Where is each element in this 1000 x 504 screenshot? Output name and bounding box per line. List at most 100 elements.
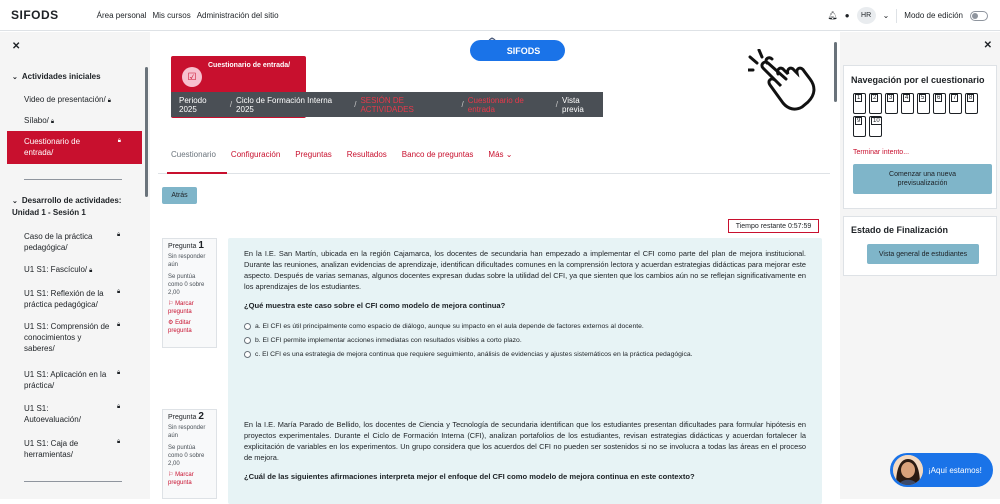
question-nav-button[interactable]: 8 xyxy=(965,93,978,114)
chevron-down-icon: ⌄ xyxy=(505,150,513,159)
question-nav-button[interactable]: 7 xyxy=(949,93,962,114)
lock-icon: 🔒︎ xyxy=(89,268,93,274)
course-item[interactable]: U1 S1: Comprensión de conocimientos y sa… xyxy=(24,321,114,354)
radio-button[interactable] xyxy=(244,337,251,344)
radio-button[interactable] xyxy=(244,323,251,330)
answer-option[interactable]: c. El CFI es una estrategia de mejora co… xyxy=(244,349,806,360)
flag-question-link[interactable]: ⚐ Marcar pregunta xyxy=(168,300,211,316)
quiz-navigation-block: Navegación por el cuestionario 1 2 3 4 5… xyxy=(843,65,997,209)
flag-question-link[interactable]: ⚐ Marcar pregunta xyxy=(168,471,211,487)
tab-preguntas[interactable]: Preguntas xyxy=(295,150,331,159)
course-item[interactable]: Sílabo/🔒︎ xyxy=(24,115,134,128)
flag-icon: ⚐ xyxy=(168,301,174,307)
breadcrumb-separator: / xyxy=(555,100,559,109)
question-nav-button[interactable]: 3 xyxy=(885,93,898,114)
course-item[interactable]: U1 S1: Caja de herramientas/ xyxy=(24,438,94,460)
breadcrumb-item[interactable]: Cuestionario de entrada xyxy=(468,96,552,114)
breadcrumb: Periodo 2025 / Ciclo de Formación Intern… xyxy=(171,92,603,117)
answer-options: a. El CFI es útil principalmente como es… xyxy=(244,321,806,360)
flag-icon: ⚐ xyxy=(168,472,174,478)
tab-divider xyxy=(158,173,830,174)
chat-label: ¡Aquí estamos! xyxy=(928,465,982,475)
course-item-label: U1 S1: Comprensión de conocimientos y sa… xyxy=(24,322,110,353)
answer-option[interactable]: a. El CFI es útil principalmente como es… xyxy=(244,321,806,332)
tab-configuracion[interactable]: Configuración xyxy=(231,150,280,159)
divider xyxy=(24,179,122,180)
nav-area-personal[interactable]: Área personal xyxy=(97,11,147,20)
course-item[interactable]: Video de presentación/🔒︎ xyxy=(24,94,134,107)
quiz-timer: Tiempo restante 0:57:59 xyxy=(728,219,819,233)
tab-banco-preguntas[interactable]: Banco de preguntas xyxy=(402,150,474,159)
chat-widget[interactable]: ¡Aquí estamos! xyxy=(890,453,993,487)
main-scrollbar[interactable] xyxy=(834,42,837,102)
chevron-down-icon[interactable]: ⌄ xyxy=(883,11,890,20)
question-nav-button[interactable]: 1 xyxy=(853,93,866,114)
user-avatar[interactable]: HR xyxy=(856,7,876,24)
breadcrumb-current: Vista previa xyxy=(562,95,584,114)
course-item-label: U1 S1: Caja de herramientas/ xyxy=(24,439,79,459)
breadcrumb-item[interactable]: Ciclo de Formación Interna 2025 xyxy=(236,96,350,114)
nav-number: 8 xyxy=(967,94,975,102)
chat-bubble-icon[interactable]: ● xyxy=(845,11,850,20)
question-nav-button[interactable]: 2 xyxy=(869,93,882,114)
course-item[interactable]: U1 S1: Aplicación en la práctica/ xyxy=(24,369,109,391)
close-icon[interactable]: ✕ xyxy=(984,40,992,51)
radio-button[interactable] xyxy=(244,351,251,358)
bell-icon[interactable]: 🔔︎ xyxy=(828,11,838,20)
course-item[interactable]: U1 S1: Autoevaluación/ xyxy=(24,403,104,425)
breadcrumb-item[interactable]: SESIÓN DE ACTIVIDADES xyxy=(360,96,457,114)
question-info: Pregunta 1 Sin responder aún Se puntúa c… xyxy=(162,238,217,348)
site-brand[interactable]: SIFODS xyxy=(11,8,59,22)
course-item-label: U1 S1: Aplicación en la práctica/ xyxy=(24,370,107,390)
drawer-scrollbar[interactable] xyxy=(145,67,148,197)
section-actividades-iniciales[interactable]: ⌄ Actividades iniciales xyxy=(12,71,101,83)
question-nav-button[interactable]: 6 xyxy=(933,93,946,114)
close-icon[interactable]: ✕ xyxy=(12,41,20,52)
section-desarrollo[interactable]: ⌄ Desarrollo de actividades: Unidad 1 - S… xyxy=(12,195,137,218)
primary-navigation: Área personal Mis cursos Administración … xyxy=(97,11,279,20)
lock-icon: 🔒︎ xyxy=(117,370,121,376)
question-nav-button[interactable]: 4 xyxy=(901,93,914,114)
lock-icon: 🔒︎ xyxy=(107,98,111,104)
student-overview-button[interactable]: Vista general de estudiantes xyxy=(867,244,979,264)
nav-administracion[interactable]: Administración del sitio xyxy=(197,11,279,20)
nav-number: 1 xyxy=(855,94,863,102)
new-preview-button[interactable]: Comenzar una nueva previsualización xyxy=(853,164,992,194)
question-number-value: 2 xyxy=(198,411,204,422)
breadcrumb-item[interactable]: Periodo 2025 xyxy=(179,96,226,114)
course-item[interactable]: U1 S1: Fascículo/🔒︎ xyxy=(24,264,134,277)
question-nav-button[interactable]: 10 xyxy=(869,116,882,137)
divider xyxy=(24,481,122,482)
chevron-down-icon: ⌄ xyxy=(12,198,18,205)
completion-status-block: Estado de Finalización Vista general de … xyxy=(843,216,997,276)
question-status: Sin responder aún xyxy=(168,425,206,439)
tab-mas[interactable]: Más ⌄ xyxy=(488,150,512,159)
lock-icon: 🔒︎ xyxy=(117,439,121,445)
question-label: Pregunta xyxy=(168,414,197,421)
course-item-label: Cuestionario de entrada/ xyxy=(24,137,81,157)
course-index-drawer: ✕ ⌄ Actividades iniciales Video de presen… xyxy=(0,32,150,499)
user-controls: 🔔︎ ● HR ⌄ Modo de edición xyxy=(828,7,988,24)
section-title: Actividades iniciales xyxy=(21,72,101,81)
tab-cuestionario[interactable]: Cuestionario xyxy=(171,150,216,159)
course-item-active[interactable]: Cuestionario de entrada/ 🔒︎ xyxy=(7,131,142,164)
lock-icon: 🔒︎ xyxy=(50,119,55,125)
nav-mis-cursos[interactable]: Mis cursos xyxy=(152,11,190,20)
block-drawer: ✕ Navegación por el cuestionario 1 2 3 4… xyxy=(840,32,1000,499)
edit-question-link[interactable]: ⚙ Editar pregunta xyxy=(168,319,211,335)
nav-number: 6 xyxy=(935,94,943,102)
nav-number: 3 xyxy=(887,94,895,102)
answer-option[interactable]: b. El CFI permite implementar acciones i… xyxy=(244,335,806,346)
finish-attempt-link[interactable]: Terminar intento... xyxy=(853,149,909,156)
course-item[interactable]: Caso de la práctica pedagógica/ xyxy=(24,231,114,253)
question-nav-grid: 1 2 3 4 5 6 7 8 9 10 xyxy=(853,93,993,137)
back-button[interactable]: Atrás xyxy=(162,187,197,204)
question-nav-button[interactable]: 5 xyxy=(917,93,930,114)
course-item[interactable]: U1 S1: Reflexión de la práctica pedagógi… xyxy=(24,288,118,310)
question-score: Se puntúa como 0 sobre 2,00 xyxy=(168,445,205,467)
tab-resultados[interactable]: Resultados xyxy=(347,150,387,159)
question-1-content: En la I.E. San Martín, ubicada en la reg… xyxy=(228,238,822,425)
nav-number: 2 xyxy=(871,94,879,102)
edit-mode-toggle[interactable] xyxy=(970,10,988,21)
question-nav-button[interactable]: 9 xyxy=(853,116,866,137)
